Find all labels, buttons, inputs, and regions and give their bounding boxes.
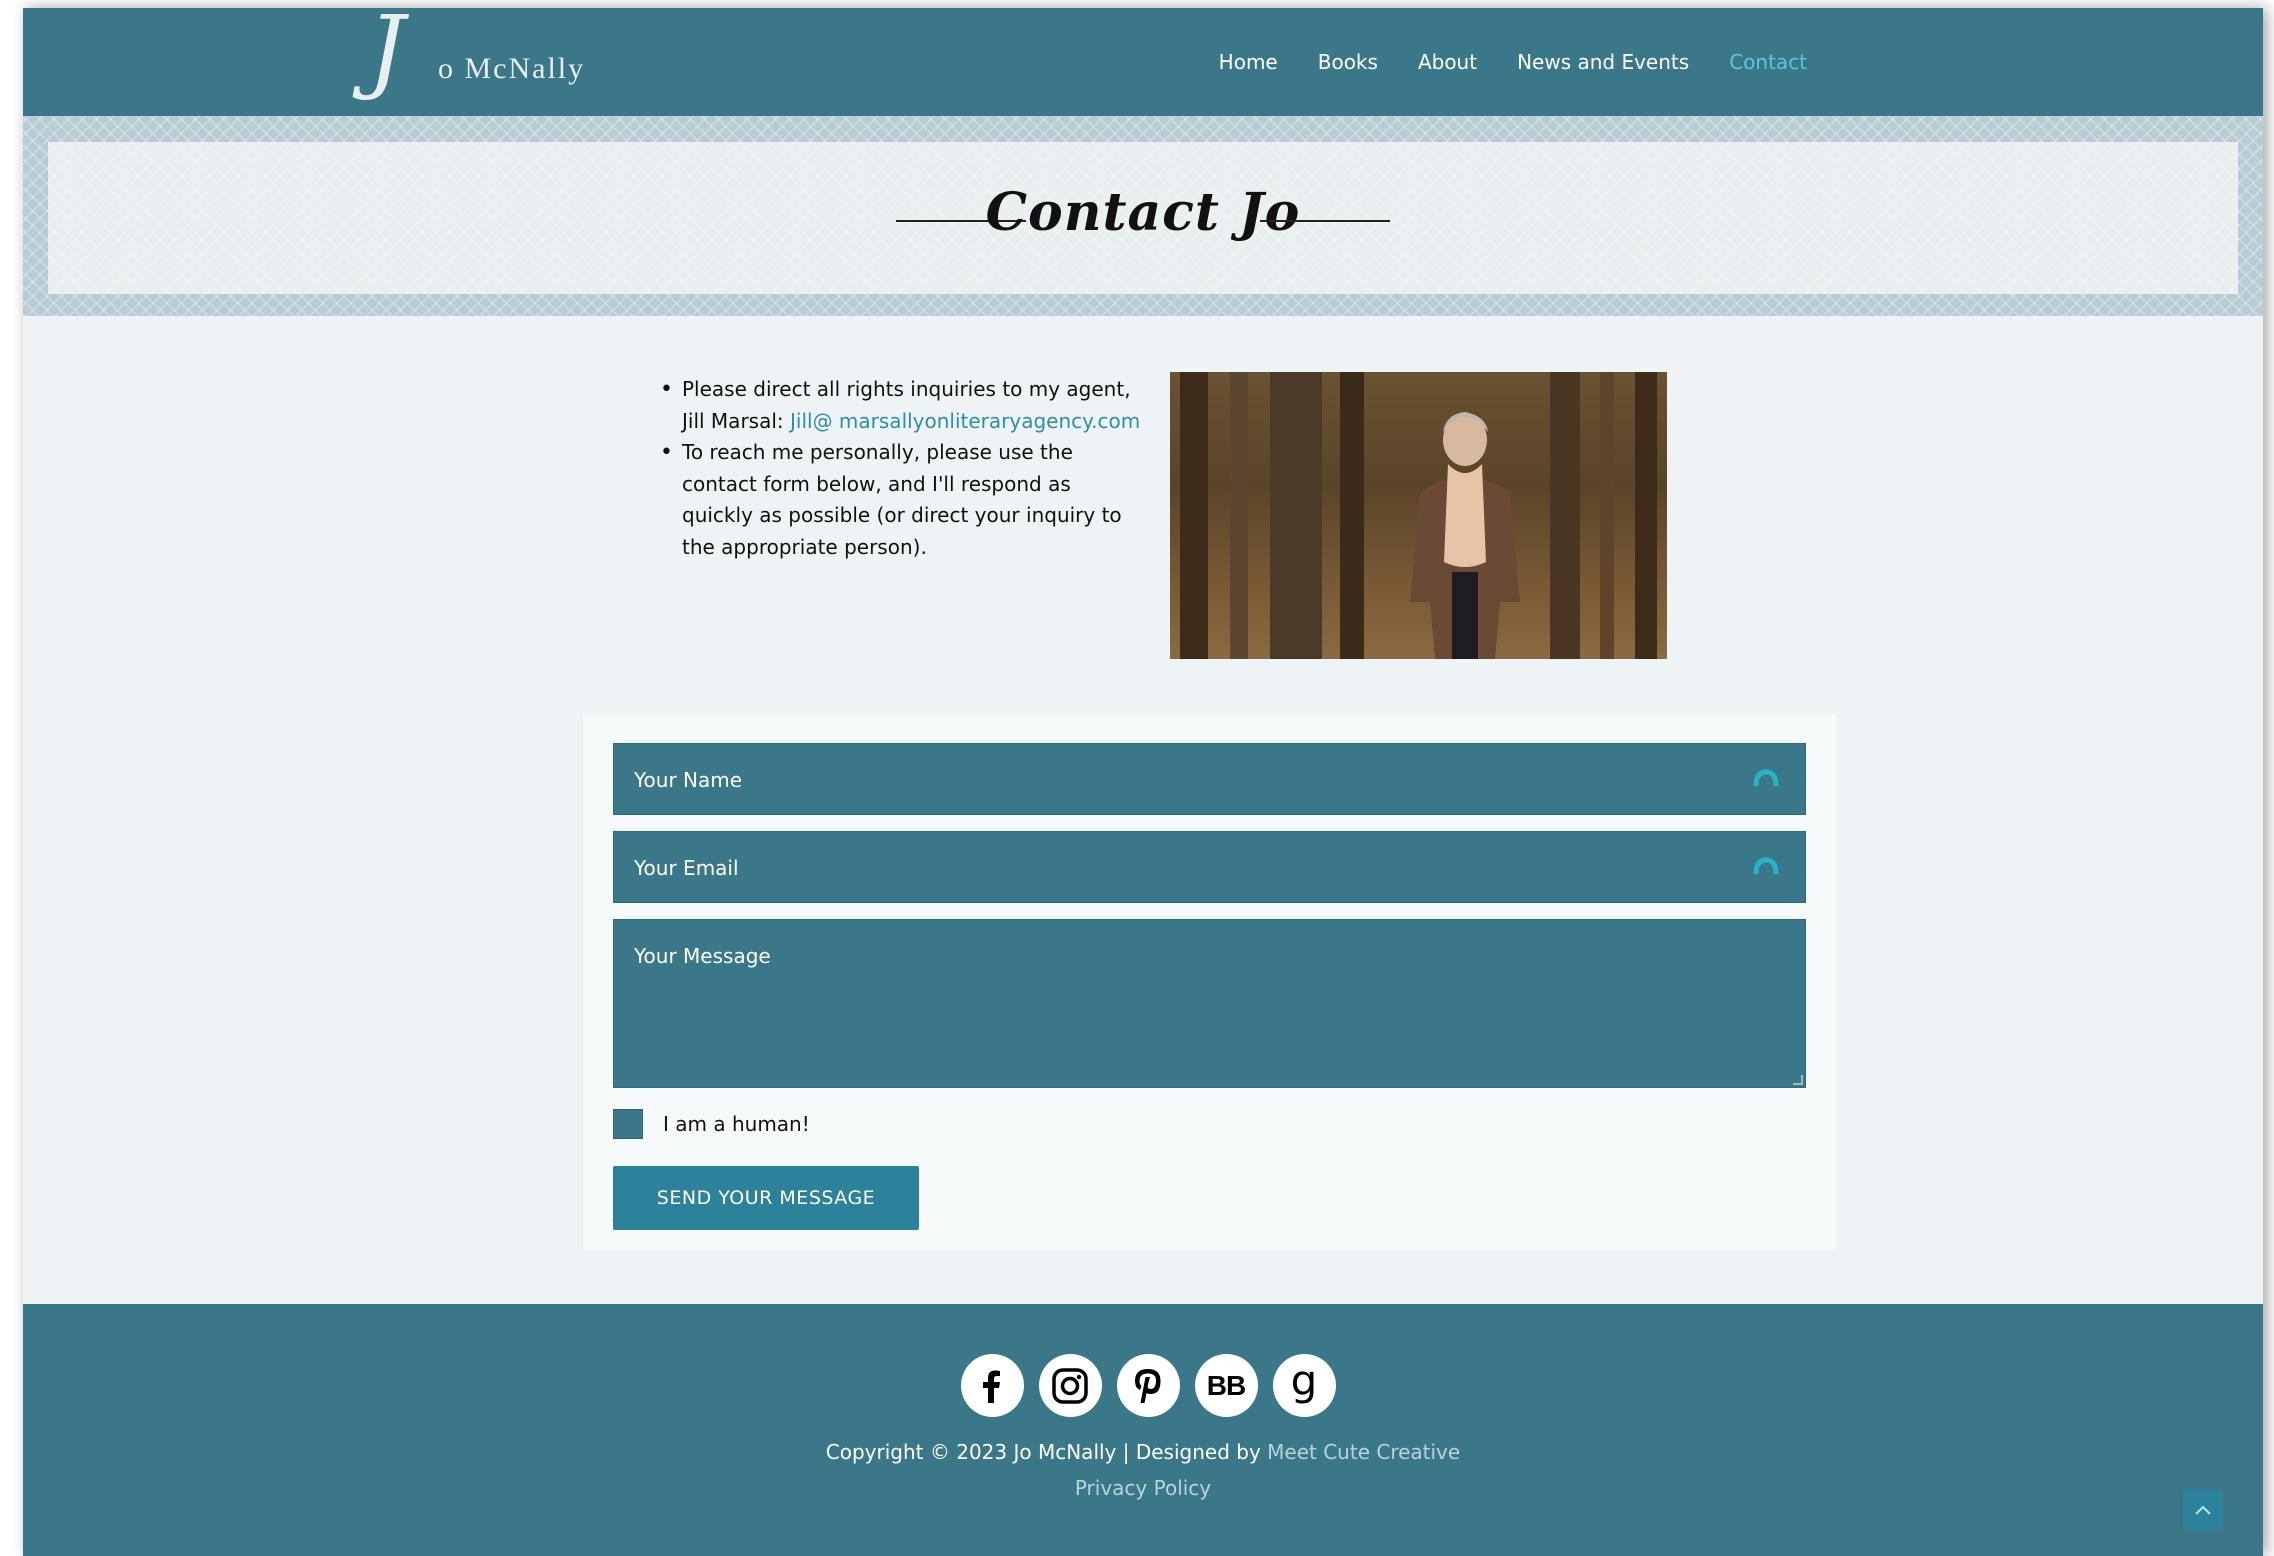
author-photo [1170,372,1667,659]
list-item: Please direct all rights inquiries to my… [658,374,1143,437]
nav-books[interactable]: Books [1318,50,1378,74]
email-placeholder: Your Email [634,856,739,880]
send-message-button[interactable]: SEND YOUR MESSAGE [613,1166,919,1230]
social-links: BB g [23,1354,2263,1417]
resize-handle[interactable] [1793,1075,1803,1085]
page: J o McNally Home Books About News and Ev… [23,4,2263,1556]
logo-text: o McNally [438,52,586,85]
human-check-row: I am a human! [613,1109,810,1139]
goodreads-icon[interactable]: g [1272,1354,1336,1417]
nav-contact[interactable]: Contact [1729,50,1807,74]
copyright: Copyright © 2023 Jo McNally | Designed b… [23,1440,2263,1464]
author-figure [1410,412,1520,659]
banner-panel: Contact Jo [48,142,2238,294]
site-logo[interactable]: J o McNally [368,4,588,118]
goodreads-label: g [1290,1355,1318,1405]
main-nav: Home Books About News and Events Contact [1219,50,1807,74]
logo-initial: J [368,0,405,103]
page-title: Contact Jo [985,182,1301,243]
human-checkbox-label: I am a human! [663,1112,810,1136]
facebook-icon[interactable] [960,1354,1024,1417]
agent-email-link[interactable]: Jill@ marsallyonliteraryagency.com [790,409,1140,433]
autofill-icon[interactable] [1753,768,1779,788]
bookbub-icon[interactable]: BB [1194,1354,1258,1417]
designer-link[interactable]: Meet Cute Creative [1267,1440,1460,1464]
human-checkbox[interactable] [613,1109,643,1139]
message-textarea[interactable]: Your Message [613,919,1806,1088]
page-banner: Contact Jo [23,116,2263,316]
site-footer: BB g Copyright © 2023 Jo McNally | Desig… [23,1304,2263,1556]
name-input[interactable]: Your Name [613,743,1806,815]
contact-info: Please direct all rights inquiries to my… [658,374,1143,563]
instagram-icon[interactable] [1038,1354,1102,1417]
pinterest-icon[interactable] [1116,1354,1180,1417]
title-divider-right [1260,220,1390,222]
bookbub-label: BB [1206,1369,1246,1401]
nav-news-and-events[interactable]: News and Events [1517,50,1689,74]
name-placeholder: Your Name [634,768,743,792]
contact-form: Your Name Your Email Your Message I am a… [583,713,1836,1250]
nav-about[interactable]: About [1418,50,1477,74]
chevron-up-icon [2195,1505,2211,1515]
email-input[interactable]: Your Email [613,831,1806,903]
copyright-text: Copyright © 2023 Jo McNally | Designed b… [825,1440,1268,1464]
site-header: J o McNally Home Books About News and Ev… [23,4,2263,118]
nav-home[interactable]: Home [1219,50,1278,74]
message-placeholder: Your Message [634,944,771,968]
list-item: To reach me personally, please use the c… [658,437,1143,563]
scroll-to-top-button[interactable] [2183,1490,2223,1530]
privacy-policy-link[interactable]: Privacy Policy [23,1476,2263,1500]
autofill-icon[interactable] [1753,856,1779,876]
personal-contact-text: To reach me personally, please use the c… [682,440,1122,559]
